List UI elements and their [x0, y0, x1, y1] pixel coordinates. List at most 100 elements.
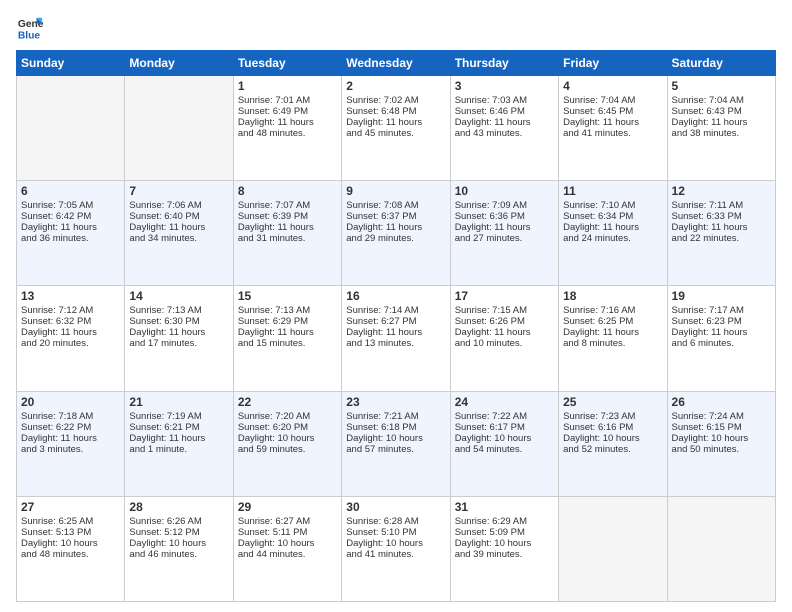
- day-info: Sunrise: 7:18 AM: [21, 411, 120, 422]
- weekday-header-row: SundayMondayTuesdayWednesdayThursdayFrid…: [17, 51, 776, 76]
- day-info: Sunset: 6:46 PM: [455, 106, 554, 117]
- calendar-week-1: 1Sunrise: 7:01 AMSunset: 6:49 PMDaylight…: [17, 76, 776, 181]
- calendar-cell: 4Sunrise: 7:04 AMSunset: 6:45 PMDaylight…: [559, 76, 667, 181]
- day-info: Daylight: 10 hours: [455, 433, 554, 444]
- day-info: Daylight: 11 hours: [672, 117, 771, 128]
- calendar-cell: [559, 496, 667, 601]
- day-info: Sunrise: 7:22 AM: [455, 411, 554, 422]
- day-info: Sunset: 6:20 PM: [238, 422, 337, 433]
- calendar-cell: 2Sunrise: 7:02 AMSunset: 6:48 PMDaylight…: [342, 76, 450, 181]
- day-info: Sunrise: 7:20 AM: [238, 411, 337, 422]
- day-number: 30: [346, 500, 445, 514]
- day-info: Daylight: 10 hours: [129, 538, 228, 549]
- day-info: Sunrise: 7:06 AM: [129, 200, 228, 211]
- day-info: Daylight: 11 hours: [129, 222, 228, 233]
- calendar-week-3: 13Sunrise: 7:12 AMSunset: 6:32 PMDayligh…: [17, 286, 776, 391]
- day-info: Sunset: 6:16 PM: [563, 422, 662, 433]
- day-number: 4: [563, 79, 662, 93]
- day-info: Sunrise: 7:02 AM: [346, 95, 445, 106]
- day-info: and 22 minutes.: [672, 233, 771, 244]
- day-info: and 50 minutes.: [672, 444, 771, 455]
- day-number: 17: [455, 289, 554, 303]
- calendar-cell: [17, 76, 125, 181]
- day-info: and 46 minutes.: [129, 549, 228, 560]
- day-info: Daylight: 11 hours: [238, 327, 337, 338]
- day-info: Sunset: 6:18 PM: [346, 422, 445, 433]
- day-info: Sunset: 6:17 PM: [455, 422, 554, 433]
- day-number: 12: [672, 184, 771, 198]
- day-info: Daylight: 11 hours: [455, 327, 554, 338]
- day-info: Daylight: 11 hours: [346, 117, 445, 128]
- day-info: Sunset: 6:45 PM: [563, 106, 662, 117]
- day-info: Sunset: 6:33 PM: [672, 211, 771, 222]
- day-info: Sunrise: 7:21 AM: [346, 411, 445, 422]
- day-info: and 13 minutes.: [346, 338, 445, 349]
- calendar-cell: 12Sunrise: 7:11 AMSunset: 6:33 PMDayligh…: [667, 181, 775, 286]
- day-number: 24: [455, 395, 554, 409]
- calendar-cell: 9Sunrise: 7:08 AMSunset: 6:37 PMDaylight…: [342, 181, 450, 286]
- calendar-cell: 3Sunrise: 7:03 AMSunset: 6:46 PMDaylight…: [450, 76, 558, 181]
- day-number: 6: [21, 184, 120, 198]
- day-info: and 34 minutes.: [129, 233, 228, 244]
- calendar-cell: 21Sunrise: 7:19 AMSunset: 6:21 PMDayligh…: [125, 391, 233, 496]
- day-info: and 24 minutes.: [563, 233, 662, 244]
- day-info: and 38 minutes.: [672, 128, 771, 139]
- calendar-cell: [667, 496, 775, 601]
- day-info: and 39 minutes.: [455, 549, 554, 560]
- day-number: 27: [21, 500, 120, 514]
- calendar-cell: 30Sunrise: 6:28 AMSunset: 5:10 PMDayligh…: [342, 496, 450, 601]
- calendar-cell: 23Sunrise: 7:21 AMSunset: 6:18 PMDayligh…: [342, 391, 450, 496]
- day-info: Daylight: 11 hours: [563, 327, 662, 338]
- weekday-header-monday: Monday: [125, 51, 233, 76]
- calendar-cell: 14Sunrise: 7:13 AMSunset: 6:30 PMDayligh…: [125, 286, 233, 391]
- day-info: and 3 minutes.: [21, 444, 120, 455]
- calendar-week-4: 20Sunrise: 7:18 AMSunset: 6:22 PMDayligh…: [17, 391, 776, 496]
- day-info: Sunrise: 7:08 AM: [346, 200, 445, 211]
- calendar-cell: 17Sunrise: 7:15 AMSunset: 6:26 PMDayligh…: [450, 286, 558, 391]
- day-number: 14: [129, 289, 228, 303]
- day-info: Daylight: 11 hours: [563, 117, 662, 128]
- day-info: Daylight: 10 hours: [672, 433, 771, 444]
- day-info: Sunrise: 7:09 AM: [455, 200, 554, 211]
- day-info: Sunset: 6:21 PM: [129, 422, 228, 433]
- calendar-cell: 18Sunrise: 7:16 AMSunset: 6:25 PMDayligh…: [559, 286, 667, 391]
- day-info: and 48 minutes.: [238, 128, 337, 139]
- day-info: and 45 minutes.: [346, 128, 445, 139]
- calendar-cell: 28Sunrise: 6:26 AMSunset: 5:12 PMDayligh…: [125, 496, 233, 601]
- day-info: Daylight: 11 hours: [21, 327, 120, 338]
- day-info: Daylight: 10 hours: [455, 538, 554, 549]
- day-info: and 43 minutes.: [455, 128, 554, 139]
- calendar-cell: 13Sunrise: 7:12 AMSunset: 6:32 PMDayligh…: [17, 286, 125, 391]
- day-info: Sunrise: 7:13 AM: [238, 305, 337, 316]
- calendar-cell: 10Sunrise: 7:09 AMSunset: 6:36 PMDayligh…: [450, 181, 558, 286]
- day-info: Sunset: 6:30 PM: [129, 316, 228, 327]
- day-number: 28: [129, 500, 228, 514]
- day-info: and 41 minutes.: [346, 549, 445, 560]
- day-info: Daylight: 11 hours: [563, 222, 662, 233]
- day-info: Daylight: 10 hours: [346, 538, 445, 549]
- day-info: and 10 minutes.: [455, 338, 554, 349]
- day-info: and 6 minutes.: [672, 338, 771, 349]
- day-info: Sunset: 6:32 PM: [21, 316, 120, 327]
- day-number: 1: [238, 79, 337, 93]
- day-number: 29: [238, 500, 337, 514]
- day-info: and 31 minutes.: [238, 233, 337, 244]
- day-info: Daylight: 11 hours: [238, 117, 337, 128]
- calendar-cell: [125, 76, 233, 181]
- day-number: 8: [238, 184, 337, 198]
- day-info: and 1 minute.: [129, 444, 228, 455]
- day-info: Sunset: 6:23 PM: [672, 316, 771, 327]
- calendar-cell: 20Sunrise: 7:18 AMSunset: 6:22 PMDayligh…: [17, 391, 125, 496]
- day-number: 7: [129, 184, 228, 198]
- day-number: 13: [21, 289, 120, 303]
- weekday-header-saturday: Saturday: [667, 51, 775, 76]
- day-info: and 59 minutes.: [238, 444, 337, 455]
- day-info: Daylight: 11 hours: [21, 222, 120, 233]
- calendar-week-2: 6Sunrise: 7:05 AMSunset: 6:42 PMDaylight…: [17, 181, 776, 286]
- day-info: Sunrise: 7:01 AM: [238, 95, 337, 106]
- day-info: Daylight: 11 hours: [238, 222, 337, 233]
- day-info: Sunset: 6:15 PM: [672, 422, 771, 433]
- day-info: Sunset: 6:37 PM: [346, 211, 445, 222]
- day-info: Sunrise: 6:25 AM: [21, 516, 120, 527]
- page-header: General Blue: [16, 14, 776, 42]
